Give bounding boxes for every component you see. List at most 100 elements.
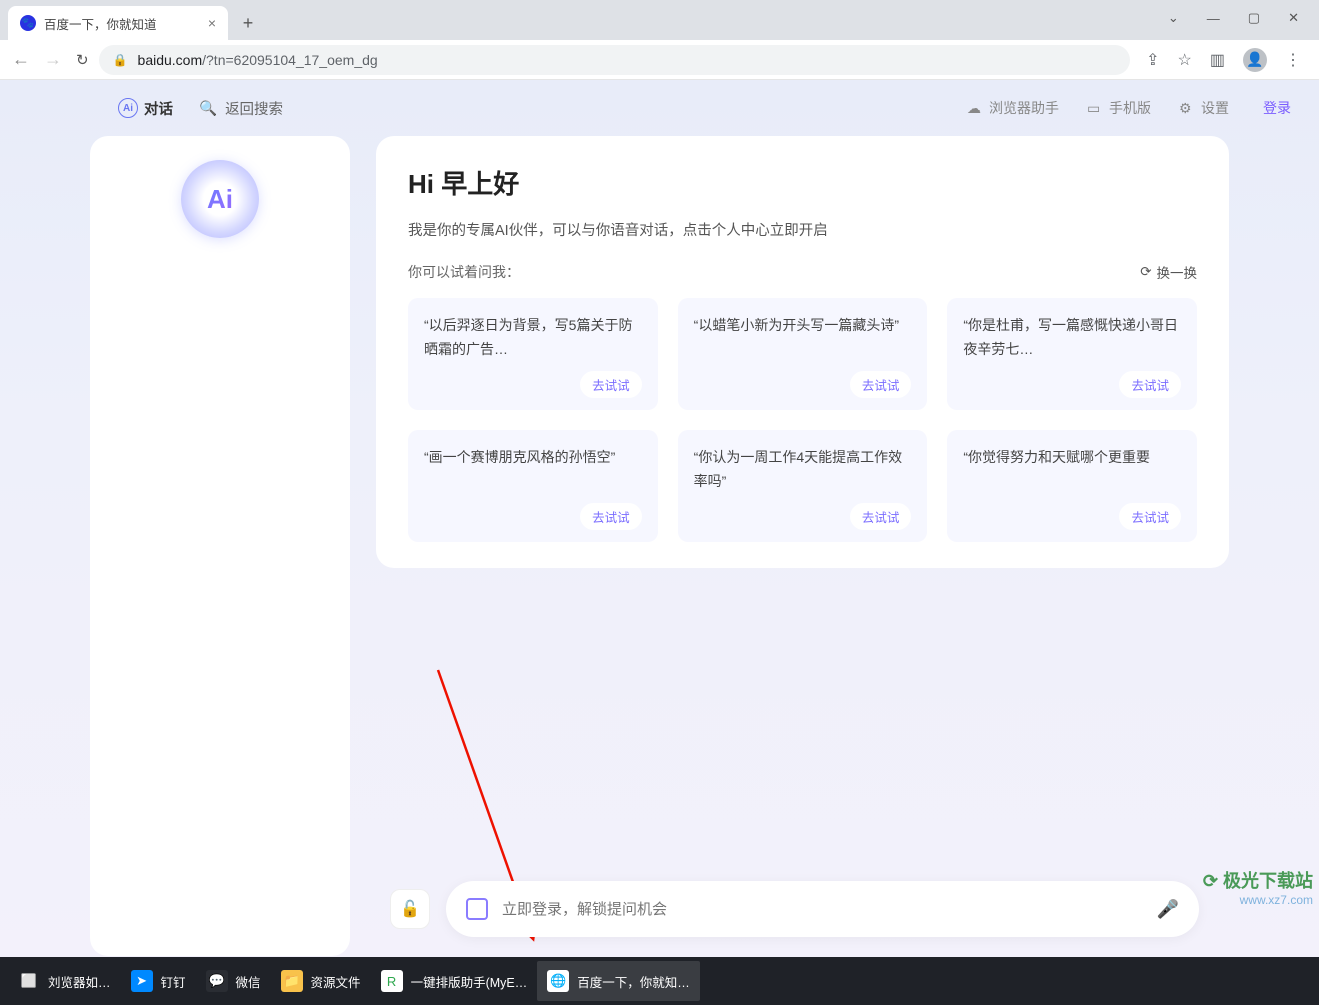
login-button[interactable]: 登录 (1263, 98, 1291, 118)
watermark: ⟳ 极光下载站 www.xz7.com (1203, 871, 1313, 907)
suggestion-text: “你是杜甫，写一篇感慨快递小哥日夜辛劳七… (963, 314, 1181, 362)
suggestion-text: “以蜡笔小新为开头写一篇藏头诗” (694, 314, 912, 338)
try-button[interactable]: 去试试 (1119, 371, 1181, 398)
suggestion-grid: “以后羿逐日为背景，写5篇关于防晒霜的广告… 去试试 “以蜡笔小新为开头写一篇藏头… (408, 298, 1197, 542)
browser-assistant-link[interactable]: ☁ 浏览器助手 (967, 98, 1059, 118)
wechat-icon: 💬 (206, 970, 228, 992)
taskbar-item[interactable]: 📁 资源文件 (271, 961, 371, 1001)
close-window-icon[interactable]: ✕ (1288, 10, 1299, 26)
bookmark-icon[interactable]: ☆ (1178, 50, 1192, 70)
greeting-title: Hi 早上好 (408, 164, 1197, 201)
back-to-search-button[interactable]: 🔍 返回搜索 (199, 98, 283, 119)
greeting-card: Hi 早上好 我是你的专属AI伙伴，可以与你语音对话，点击个人中心立即开启 你可… (376, 136, 1229, 568)
taskbar-label: 钉钉 (161, 972, 186, 991)
ai-icon: Ai (118, 98, 138, 118)
app-icon: ⬜ (18, 970, 40, 992)
padlock-icon: 🔓 (400, 899, 420, 919)
microphone-icon[interactable]: 🎤 (1157, 899, 1179, 920)
mobile-link[interactable]: ▭ 手机版 (1087, 98, 1151, 118)
try-button[interactable]: 去试试 (850, 371, 912, 398)
mobile-label: 手机版 (1109, 98, 1151, 118)
suggestion-card[interactable]: “你认为一周工作4天能提高工作效率吗” 去试试 (678, 430, 928, 542)
minimize-icon[interactable]: — (1207, 11, 1220, 26)
swap-label: 换一换 (1157, 262, 1198, 282)
refresh-icon: ⟳ (1140, 264, 1151, 280)
folder-icon: 📁 (281, 970, 303, 992)
address-bar: ← → ↻ 🔒 baidu.com/?tn=62095104_17_oem_dg… (0, 40, 1319, 80)
back-icon[interactable]: ← (12, 49, 30, 70)
assistant-label: 浏览器助手 (989, 98, 1059, 118)
suggestion-card[interactable]: “你觉得努力和天赋哪个更重要去试试 (947, 430, 1197, 542)
taskbar-label: 刘览器如… (48, 972, 111, 991)
lock-button[interactable]: 🔓 (390, 889, 430, 929)
suggestion-text: “画一个赛博朋克风格的孙悟空” (424, 446, 642, 470)
url-input[interactable]: 🔒 baidu.com/?tn=62095104_17_oem_dg (99, 45, 1131, 75)
chat-input-wrap: 🔓 🎤 (390, 881, 1199, 937)
taskbar-label: 资源文件 (311, 972, 361, 991)
forward-icon[interactable]: → (44, 49, 62, 70)
app-icon: R (381, 970, 403, 992)
profile-avatar-icon[interactable]: 👤 (1243, 48, 1267, 72)
browser-tab[interactable]: 🐾 百度一下，你就知道 × (8, 6, 228, 40)
swap-button[interactable]: ⟳ 换一换 (1140, 262, 1197, 282)
chat-label: 对话 (144, 98, 173, 119)
taskbar-label: 微信 (236, 972, 261, 991)
tab-chat[interactable]: Ai 对话 (118, 98, 173, 119)
window-dropdown-icon[interactable]: ⌄ (1168, 10, 1179, 26)
settings-label: 设置 (1201, 98, 1229, 118)
baidu-favicon-icon: 🐾 (20, 15, 36, 31)
try-label: 你可以试着问我： (408, 262, 520, 282)
cube-icon[interactable] (466, 898, 488, 920)
sidebar: Ai (90, 136, 350, 956)
suggestion-card[interactable]: “以蜡笔小新为开头写一篇藏头诗” 去试试 (678, 298, 928, 410)
url-text: baidu.com/?tn=62095104_17_oem_dg (138, 52, 378, 68)
taskbar-item[interactable]: R 一键排版助手(MyE… (371, 961, 538, 1001)
taskbar-item[interactable]: ➤ 钉钉 (121, 961, 196, 1001)
search-icon: 🔍 (199, 100, 217, 117)
try-button[interactable]: 去试试 (850, 503, 912, 530)
watermark-url: www.xz7.com (1203, 893, 1313, 907)
gear-icon: ⚙ (1179, 100, 1195, 116)
tab-bar: 🐾 百度一下，你就知道 × + (0, 0, 1319, 40)
share-icon[interactable]: ⇪ (1146, 50, 1159, 70)
login-label: 登录 (1263, 98, 1291, 118)
lock-icon: 🔒 (113, 53, 128, 67)
try-button[interactable]: 去试试 (1119, 503, 1181, 530)
suggestion-card[interactable]: “画一个赛博朋克风格的孙悟空” 去试试 (408, 430, 658, 542)
page-content: Ai 对话 🔍 返回搜索 ☁ 浏览器助手 ▭ 手机版 ⚙ 设置 登录 Ai (0, 80, 1319, 957)
ai-logo-icon: Ai (181, 160, 259, 238)
suggestion-text: “以后羿逐日为背景，写5篇关于防晒霜的广告… (424, 314, 642, 362)
phone-icon: ▭ (1087, 100, 1103, 116)
taskbar-item[interactable]: 🌐 百度一下，你就知… (537, 961, 700, 1001)
settings-link[interactable]: ⚙ 设置 (1179, 98, 1229, 118)
new-tab-button[interactable]: + (234, 9, 262, 37)
dingtalk-icon: ➤ (131, 970, 153, 992)
suggestion-text: “你认为一周工作4天能提高工作效率吗” (694, 446, 912, 494)
chat-text-field[interactable] (502, 901, 1143, 918)
ai-logo-text: Ai (207, 184, 233, 215)
chat-input[interactable]: 🎤 (446, 881, 1199, 937)
close-tab-icon[interactable]: × (208, 15, 216, 31)
window-controls: ⌄ — ▢ ✕ (1148, 0, 1319, 36)
back-search-label: 返回搜索 (225, 98, 283, 119)
suggestion-text: “你觉得努力和天赋哪个更重要 (963, 446, 1181, 470)
suggestion-card[interactable]: “你是杜甫，写一篇感慨快递小哥日夜辛劳七… 去试试 (947, 298, 1197, 410)
page-top-nav: Ai 对话 🔍 返回搜索 ☁ 浏览器助手 ▭ 手机版 ⚙ 设置 登录 (0, 80, 1319, 136)
taskbar-item[interactable]: ⬜ 刘览器如… (8, 961, 121, 1001)
reload-icon[interactable]: ↻ (76, 51, 89, 69)
greeting-intro: 我是你的专属AI伙伴，可以与你语音对话，点击个人中心立即开启 (408, 219, 1197, 240)
watermark-site: ⟳ 极光下载站 (1203, 871, 1313, 893)
tab-title: 百度一下，你就知道 (44, 14, 157, 33)
taskbar-label: 百度一下，你就知… (577, 972, 690, 991)
taskbar: ⬜ 刘览器如… ➤ 钉钉 💬 微信 📁 资源文件 R 一键排版助手(MyE… 🌐 百度一下，… (0, 957, 1319, 1005)
try-button[interactable]: 去试试 (580, 503, 642, 530)
try-button[interactable]: 去试试 (580, 371, 642, 398)
taskbar-label: 一键排版助手(MyE… (411, 972, 528, 991)
chrome-icon: 🌐 (547, 970, 569, 992)
taskbar-item[interactable]: 💬 微信 (196, 961, 271, 1001)
suggestion-card[interactable]: “以后羿逐日为背景，写5篇关于防晒霜的广告… 去试试 (408, 298, 658, 410)
maximize-icon[interactable]: ▢ (1248, 10, 1260, 26)
kebab-menu-icon[interactable]: ⋮ (1285, 50, 1301, 70)
cloud-icon: ☁ (967, 100, 983, 116)
panel-icon[interactable]: ▥ (1210, 50, 1225, 70)
